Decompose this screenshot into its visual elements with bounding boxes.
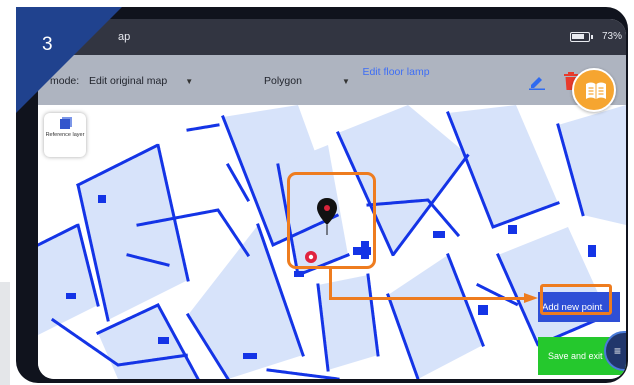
reference-layer-button[interactable]: Reference layer bbox=[44, 113, 86, 157]
shape-select-value: Polygon bbox=[264, 75, 302, 87]
book-icon[interactable] bbox=[572, 68, 616, 112]
arrow-head-icon bbox=[524, 293, 538, 303]
edit-floor-lamp-link[interactable]: Edit floor lamp bbox=[356, 66, 436, 78]
highlight-add-button bbox=[540, 284, 612, 315]
status-bar: ap 73% bbox=[38, 19, 626, 55]
highlight-map-area bbox=[287, 172, 376, 269]
chevron-down-icon: ▼ bbox=[185, 77, 194, 86]
step-badge bbox=[16, 7, 122, 113]
layers-icon bbox=[60, 119, 70, 129]
battery-icon bbox=[570, 32, 593, 42]
reference-layer-label: Reference layer bbox=[45, 132, 85, 138]
chevron-down-icon: ▼ bbox=[341, 77, 350, 86]
battery-percent: 73% bbox=[601, 31, 622, 42]
callout-connector bbox=[329, 297, 525, 300]
map-toolbar: mode: Edit original map ▼ Polygon ▼ Edit f… bbox=[38, 55, 626, 105]
pencil-icon[interactable] bbox=[528, 74, 546, 93]
step-number: 3 bbox=[42, 34, 53, 55]
callout-connector bbox=[329, 268, 332, 299]
side-edge bbox=[0, 282, 10, 385]
shape-select[interactable]: Polygon ▼ bbox=[264, 75, 350, 87]
